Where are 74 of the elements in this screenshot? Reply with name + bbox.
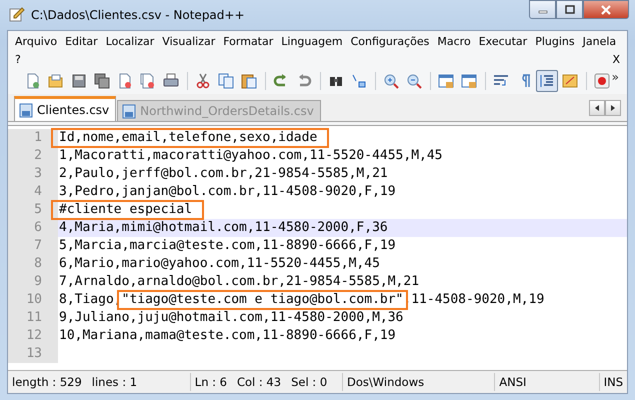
- minimize-button[interactable]: [529, 0, 556, 19]
- line-number: 9: [8, 273, 58, 291]
- line-number: 10: [8, 291, 58, 309]
- close-icon: [601, 4, 611, 14]
- close-files-icon: [140, 73, 156, 89]
- status-text: Ln : 6: [194, 375, 227, 389]
- line-number: 1: [8, 129, 58, 147]
- line-number: 6: [8, 219, 58, 237]
- line-number: 4: [8, 183, 58, 201]
- code-text: 2,Paulo,jerff@bol.com.br,21-9854-5585,M,21: [59, 165, 388, 183]
- status-text: INS: [604, 375, 623, 389]
- printer-icon: [163, 73, 179, 89]
- maximize-icon: [564, 5, 574, 14]
- code-text: 5,Marcia,marcia@teste.com,11-8890-6666,F,19: [59, 237, 396, 255]
- notepad-icon: [8, 6, 25, 23]
- windows-lock-icon: [438, 73, 454, 89]
- menu-item[interactable]: Localizar: [102, 32, 158, 50]
- line-number: 11: [8, 309, 58, 327]
- right-arrow-icon: [609, 104, 617, 112]
- scroll-left-button[interactable]: [589, 100, 605, 116]
- status-text: Dos\Windows: [347, 375, 424, 389]
- scissors-icon: [195, 73, 211, 89]
- line-number: 2: [8, 147, 58, 165]
- magnifier-icon: [406, 73, 422, 89]
- scroll-right-button[interactable]: [605, 100, 621, 116]
- code-text: 10,Mariana,mama@teste.com,11-8890-6666,F,19: [59, 327, 396, 345]
- code-text: 1,Macoratti,macoratti@yahoo.com,11-5520-4455,M,45: [59, 147, 443, 165]
- copy-icon: [218, 73, 234, 89]
- status-text: ANSI: [499, 375, 526, 389]
- file-tab[interactable]: Clientes.csv: [14, 96, 116, 121]
- line-number: 8: [8, 255, 58, 273]
- document-map-icon: [562, 73, 578, 89]
- record-icon: [594, 73, 610, 89]
- code-text: 4,Maria,mimi@hotmail.com,11-4580-2000,F,36: [59, 219, 388, 237]
- status-text: lines : 1: [92, 375, 138, 389]
- status-text: Sel : 0: [291, 375, 328, 389]
- line-number: 13: [8, 345, 58, 363]
- menu-item[interactable]: Configurações: [346, 32, 434, 50]
- menu-item[interactable]: Executar: [474, 32, 532, 50]
- menu-item[interactable]: ?: [11, 50, 25, 68]
- toolbar-overflow-button[interactable]: »: [612, 70, 619, 84]
- replace-icon: [351, 73, 367, 89]
- indent-lines-icon: [539, 73, 555, 89]
- line-number: 5: [8, 201, 58, 219]
- menu-item[interactable]: Arquivo: [11, 32, 62, 50]
- menu-item[interactable]: Formatar: [219, 32, 278, 50]
- menu-item[interactable]: Visualizar: [158, 32, 220, 50]
- new-file-icon: [25, 73, 41, 89]
- menu-item[interactable]: Plugins: [531, 32, 579, 50]
- floppy-disks-icon: [94, 73, 110, 89]
- code-text: 6,Mario,mario@yahoo.com,11-5520-4455,M,45: [59, 255, 380, 273]
- close-file-icon: [117, 73, 133, 89]
- windows-lock-icon: [461, 73, 477, 89]
- menu-item[interactable]: Linguagem: [277, 32, 347, 50]
- code-text: 9,Juliano,juju@hotmail.com,11-4580-2000,M,36: [59, 309, 404, 327]
- code-text: 3,Pedro,janjan@bol.com.br,11-4508-9020,F,19: [59, 183, 396, 201]
- code-text: 7,Arnaldo,arnaldo@bol.com.br,21-9854-5585,M,21: [59, 273, 420, 291]
- indent-lines-button[interactable]: [536, 70, 558, 92]
- close-document-button[interactable]: X: [612, 53, 620, 66]
- open-folder-icon: [48, 73, 64, 89]
- magnifier-icon: [383, 73, 399, 89]
- menu-item[interactable]: Janela: [578, 32, 620, 50]
- close-button[interactable]: [583, 0, 629, 19]
- left-arrow-icon: [593, 104, 601, 112]
- menu-item[interactable]: Editar: [61, 32, 102, 50]
- status-text: Col : 43: [236, 375, 282, 389]
- line-number: 12: [8, 327, 58, 345]
- status-text: length : 529: [12, 375, 82, 389]
- line-number: 3: [8, 165, 58, 183]
- window-title: C:\Dados\Clientes.csv - Notepad++: [31, 8, 246, 22]
- menu-item[interactable]: Macro: [433, 32, 475, 50]
- line-number: 7: [8, 237, 58, 255]
- maximize-button[interactable]: [556, 0, 583, 19]
- clipboard-icon: [241, 73, 257, 89]
